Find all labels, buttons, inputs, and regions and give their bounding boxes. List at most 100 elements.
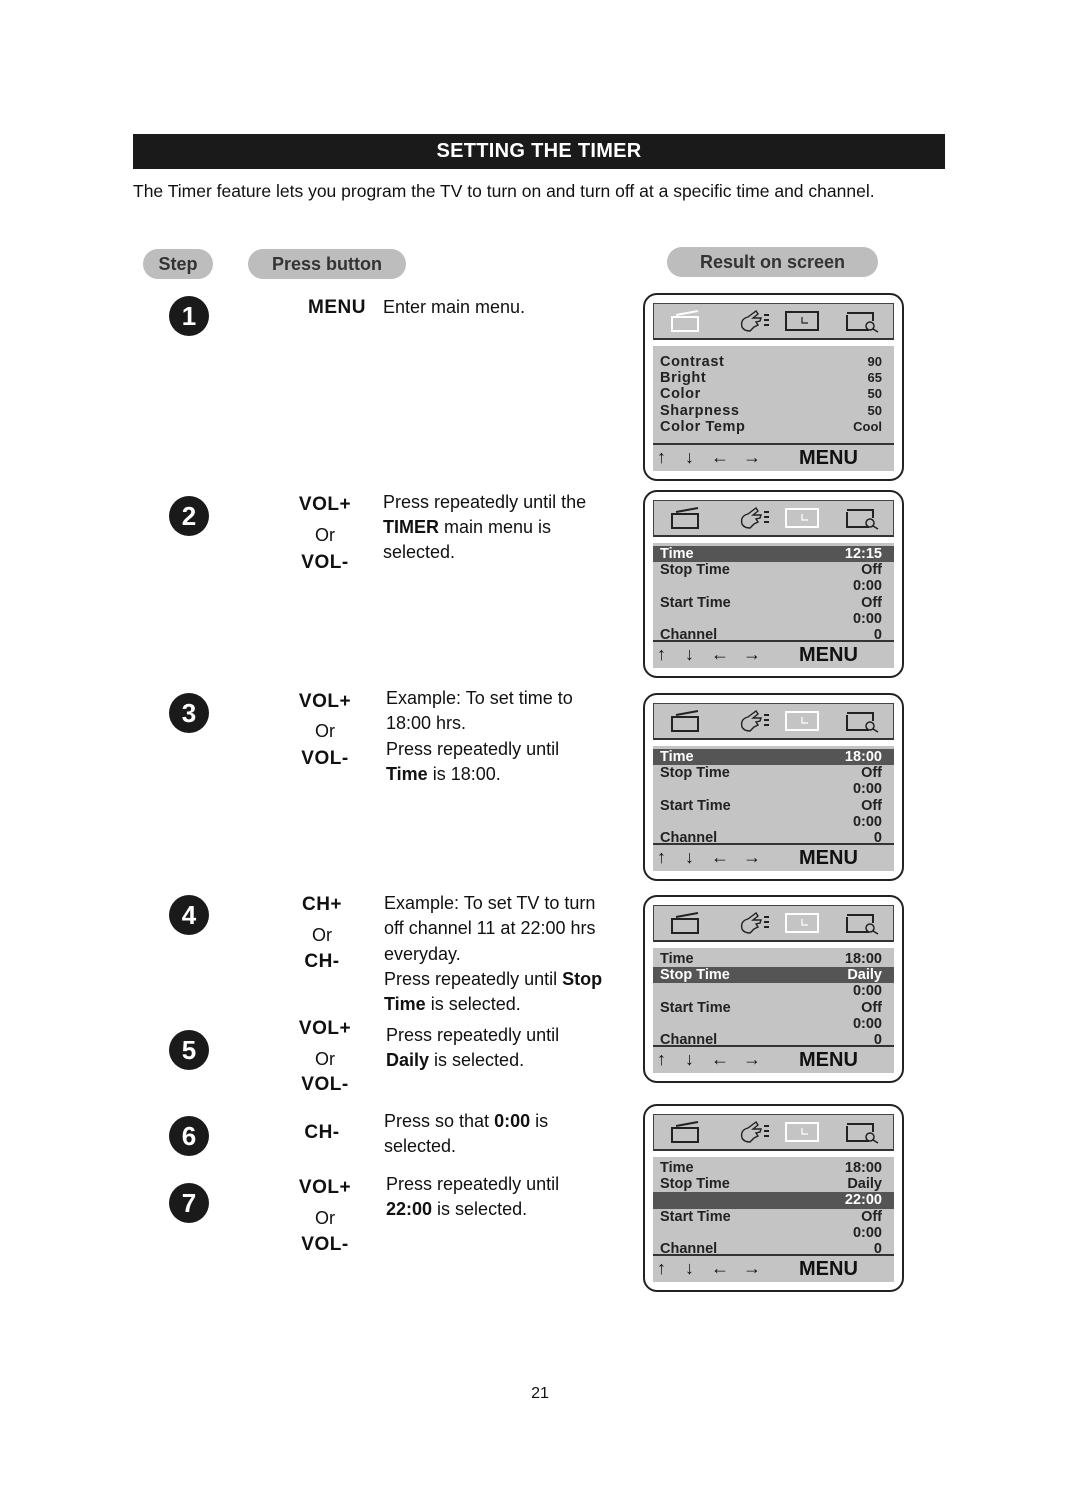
step-number-7: 7 [169,1183,209,1223]
osd-screen: Time 18:00 Stop Time Off 0:00 Start Time Off 0:… [653,746,894,871]
osd-nav-bar: ↑ ↓ ← → MENU [653,1045,894,1073]
up-arrow-icon: ↑ [657,1258,666,1278]
osd-row: Start Time Off [653,595,894,611]
button-label-vol-minus: VOL- [301,552,349,573]
screen-result-1: Contrast 90 Bright 65 Color 50 Sharpness 50 Colo… [643,293,904,481]
osd-menu-label: MENU [799,447,858,469]
step-description-line: TIMER main menu is [383,517,551,538]
osd-row: 0:00 [653,814,894,830]
osd-row-label: Stop Time [660,967,730,984]
timer-menu-icon [784,309,820,333]
text: Press so that [384,1111,495,1131]
osd-row-value: Off [861,594,882,611]
step-description-line: 22:00 is selected. [386,1199,527,1220]
step-description-line: Example: To set TV to turn [384,893,595,914]
step-description-line: selected. [383,542,455,563]
text: is selected. [429,1050,525,1070]
step-description-line: 18:00 hrs. [386,713,466,734]
feature-menu-icon [844,911,880,935]
osd-row-selected: Time 12:15 [653,546,894,563]
picture-menu-icon [668,309,704,333]
down-arrow-icon: ↓ [685,1049,694,1069]
osd-row: 0:00 [653,983,894,999]
feature-menu-icon [844,1120,880,1144]
button-label-vol-minus: VOL- [301,1074,349,1095]
osd-row: Time 18:00 [653,1160,894,1176]
osd-row: Bright 65 [653,370,894,386]
osd-row-label: Color [660,386,701,403]
down-arrow-icon: ↓ [685,847,694,867]
osd-row-value: 0:00 [852,1015,882,1032]
osd-row: Color Temp Cool [653,419,894,435]
step-description-line: selected. [384,1136,456,1157]
osd-row: Time 18:00 [653,951,894,967]
text: Example: To set TV to turn [384,893,596,913]
step-description-line: Daily is selected. [386,1050,524,1071]
osd-screen: Time 18:00 Stop Time Daily 22:00 Start Time Of… [653,1157,894,1282]
picture-menu-icon [668,1120,704,1144]
osd-row-value: Cool [853,418,882,434]
osd-row-value: 12:15 [844,546,882,562]
osd-row-label: Stop Time [660,562,730,579]
right-arrow-icon: → [743,1258,761,1278]
left-arrow-icon: ← [711,644,729,664]
step-number-3: 3 [169,693,209,733]
osd-row-label: Contrast [660,354,725,370]
emphasis-text: 22:00 [386,1199,433,1219]
text: Press repeatedly until [384,969,563,989]
or-label: Or [312,925,332,945]
step-description-line: Time is 18:00. [386,764,501,785]
osd-row-label: Start Time [660,594,731,611]
osd-nav-bar: ↑ ↓ ← → MENU [653,1254,894,1282]
emphasis-text: TIMER [383,517,439,537]
osd-row-value: Off [861,999,882,1016]
picture-menu-icon [668,709,704,733]
osd-row-label: Time [660,1160,694,1176]
down-arrow-icon: ↓ [685,644,694,664]
osd-row: Color 50 [653,386,894,402]
picture-menu-icon [668,911,704,935]
text: selected. [383,542,456,562]
step-number-5: 5 [169,1030,209,1070]
step-description-line: off channel 11 at 22:00 hrs [384,918,596,939]
osd-row-value: 0:00 [852,983,882,1000]
or-label: Or [315,1208,335,1228]
menu-icon-bar [653,500,894,537]
feature-menu-icon [844,506,880,530]
osd-row: Sharpness 50 [653,403,894,419]
osd-row-value: 0:00 [852,781,882,798]
button-label-vol-plus: VOL+ [298,691,352,712]
osd-row-value: 65 [867,370,882,386]
down-arrow-icon: ↓ [685,447,694,467]
text: Press repeatedly until [386,739,560,759]
osd-row: 0:00 [653,781,894,797]
button-label-vol-plus: VOL+ [298,1018,352,1039]
button-label-ch-minus: CH- [304,1122,340,1143]
osd-row-value: Off [861,1208,882,1225]
osd-row-selected: 22:00 [653,1192,894,1209]
right-arrow-icon: → [743,847,761,867]
or-label: Or [315,721,335,741]
osd-row-value: 22:00 [844,1192,882,1209]
osd-screen: Time 18:00 Stop Time Daily 0:00 Start Time Off… [653,948,894,1073]
text: Example: To set time to [386,688,573,708]
setup-menu-icon [736,709,772,733]
osd-row-value: 18:00 [844,951,882,967]
osd-row-value: Off [861,562,882,579]
osd-row-value: Daily [847,1176,882,1193]
osd-row-value: 18:00 [844,749,882,765]
button-label-ch-plus: CH+ [301,894,343,915]
step-number-2: 2 [169,496,209,536]
menu-icon-bar [653,703,894,740]
osd-row: Start Time Off [653,1209,894,1225]
osd-row: 0:00 [653,611,894,627]
screen-result-3: Time 18:00 Stop Time Off 0:00 Start Time Off 0:… [643,693,904,881]
screen-result-4: Time 18:00 Stop Time Daily 0:00 Start Time Off… [643,895,904,1083]
intro-text: The Timer feature lets you program the T… [133,181,875,201]
button-label-vol-minus: VOL- [301,748,349,769]
osd-row-value: 0:00 [852,813,882,830]
up-arrow-icon: ↑ [657,644,666,664]
osd-row-label: Start Time [660,1208,731,1225]
left-arrow-icon: ← [711,1258,729,1278]
osd-screen: Time 12:15 Stop Time Off 0:00 Start Time Off 0:… [653,543,894,668]
